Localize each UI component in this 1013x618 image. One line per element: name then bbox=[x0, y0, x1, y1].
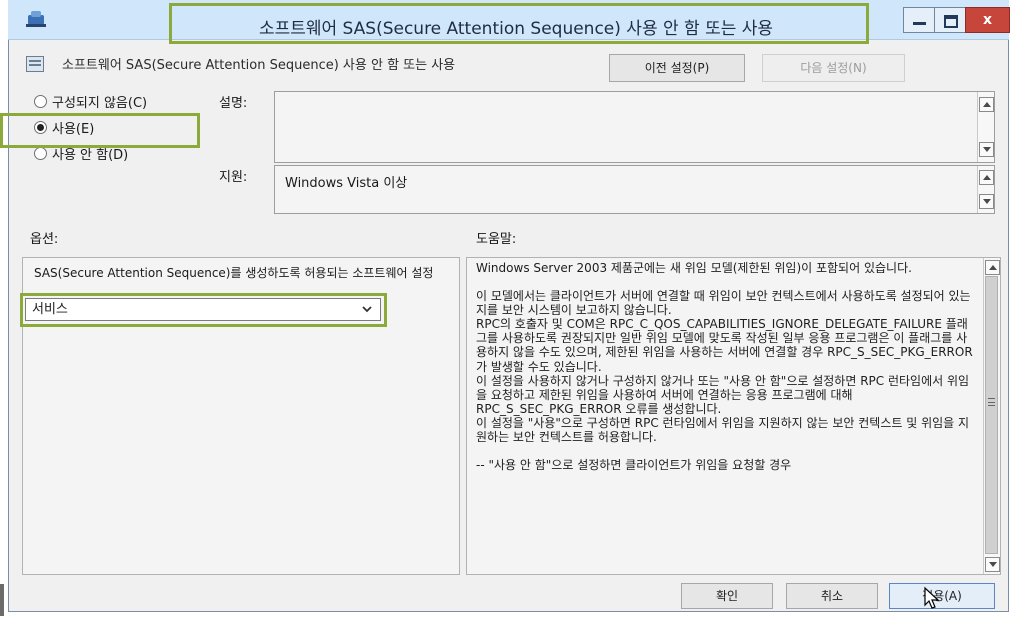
previous-setting-button[interactable]: 이전 설정(P) bbox=[609, 54, 745, 82]
options-label: 옵션: bbox=[30, 232, 59, 247]
scroll-grip-icon bbox=[988, 398, 995, 406]
help-paragraph: Windows Server 2003 제품군에는 새 위임 모델(제한된 위임… bbox=[476, 261, 912, 275]
scroll-up-icon[interactable] bbox=[985, 260, 1000, 275]
radio-label: 사용 안 함(D) bbox=[52, 148, 129, 163]
help-label: 도움말: bbox=[476, 232, 517, 247]
app-icon bbox=[26, 11, 46, 27]
help-spacer bbox=[476, 275, 976, 289]
edge-marker bbox=[0, 584, 4, 616]
help-text: Windows Server 2003 제품군에는 새 위임 모델(제한된 위임… bbox=[476, 261, 976, 569]
help-paragraph: 이 모델에서는 클라이언트가 서버에 연결할 때 위임이 보안 컨텍스트에서 사… bbox=[476, 289, 971, 318]
scroll-down-icon[interactable] bbox=[985, 557, 1000, 572]
supported-scrollbar[interactable] bbox=[977, 166, 994, 213]
radio-disabled[interactable]: 사용 안 함(D) bbox=[34, 147, 128, 165]
comment-scrollbar[interactable] bbox=[977, 92, 994, 162]
maximize-icon[interactable] bbox=[934, 7, 966, 33]
supported-value: Windows Vista 이상 bbox=[285, 176, 408, 191]
next-setting-button[interactable]: 다음 설정(N) bbox=[762, 54, 905, 82]
supported-on-field: Windows Vista 이상 bbox=[274, 165, 995, 214]
supported-label: 지원: bbox=[219, 170, 248, 185]
help-scroll-thumb[interactable] bbox=[985, 276, 998, 554]
help-paragraph: 이 설정을 "사용"으로 구성하면 RPC 런타임에서 위임을 지원하지 않는 … bbox=[476, 415, 970, 445]
scroll-down-icon[interactable] bbox=[979, 142, 994, 157]
comment-textarea[interactable] bbox=[274, 91, 995, 163]
help-paragraph: RPC의 호출자 및 COM은 RPC_C_QOS_CAPABILITIES_I… bbox=[476, 317, 973, 374]
policy-name: 소프트웨어 SAS(Secure Attention Sequence) 사용 … bbox=[62, 58, 456, 73]
radio-not-configured[interactable]: 구성되지 않음(C) bbox=[34, 95, 147, 113]
comment-label: 설명: bbox=[219, 96, 248, 111]
cancel-button[interactable]: 취소 bbox=[786, 583, 878, 609]
minimize-icon[interactable] bbox=[903, 7, 935, 33]
highlight-enabled-option bbox=[0, 113, 200, 148]
radio-circle-icon bbox=[34, 95, 47, 108]
help-spacer bbox=[476, 444, 976, 458]
mouse-pointer-icon bbox=[924, 586, 940, 609]
radio-circle-icon bbox=[34, 147, 47, 160]
scroll-up-icon[interactable] bbox=[979, 97, 994, 112]
options-description: SAS(Secure Attention Sequence)를 생성하도록 허용… bbox=[34, 266, 434, 280]
policy-setting-icon bbox=[26, 56, 44, 72]
help-paragraph: 이 설정을 사용하지 않거나 구성하지 않거나 또는 "사용 안 함"으로 설정… bbox=[476, 373, 970, 416]
close-icon[interactable]: x bbox=[965, 7, 1010, 33]
scroll-up-icon[interactable] bbox=[979, 170, 994, 185]
help-paragraph: -- "사용 안 함"으로 설정하면 클라이언트가 위임을 요청할 경우 bbox=[476, 458, 792, 473]
scroll-down-icon[interactable] bbox=[979, 194, 994, 209]
ok-button[interactable]: 확인 bbox=[681, 583, 773, 609]
radio-label: 구성되지 않음(C) bbox=[52, 96, 148, 111]
highlight-title bbox=[169, 3, 869, 44]
highlight-service-select bbox=[20, 293, 387, 327]
